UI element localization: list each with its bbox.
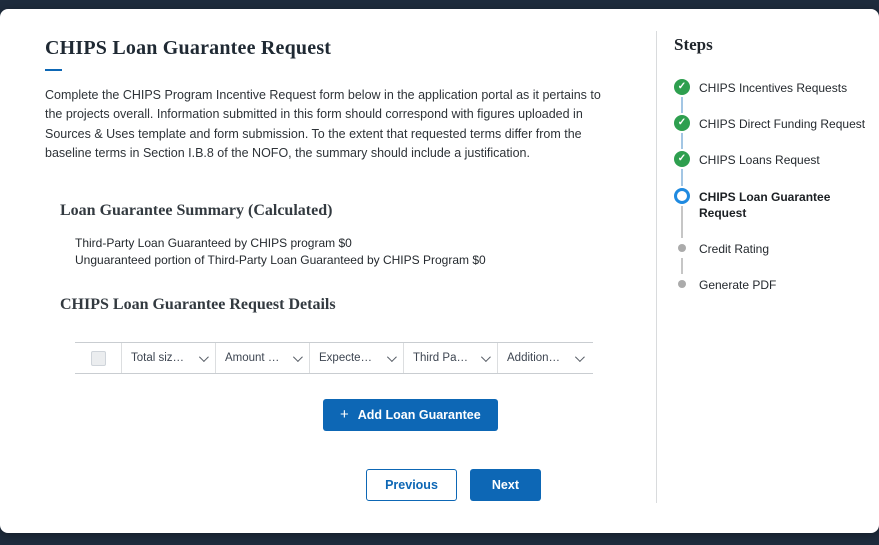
loan-guarantee-summary-section: Loan Guarantee Summary (Calculated) Thir… bbox=[60, 202, 611, 270]
steps-list: ✓ CHIPS Incentives Requests ✓ CHIPS Dire… bbox=[674, 79, 869, 312]
steps-heading: Steps bbox=[674, 35, 869, 55]
column-label: Third Pa… bbox=[413, 352, 468, 364]
step-label: Credit Rating bbox=[699, 240, 769, 257]
add-loan-guarantee-button[interactable]: + Add Loan Guarantee bbox=[323, 399, 498, 431]
step-credit-rating[interactable]: Credit Rating bbox=[674, 240, 869, 276]
step-chips-loan-guarantee-request[interactable]: CHIPS Loan Guarantee Request bbox=[674, 188, 869, 240]
chevron-down-icon[interactable] bbox=[293, 352, 303, 362]
step-complete-icon: ✓ bbox=[674, 151, 690, 167]
step-label: CHIPS Loan Guarantee Request bbox=[699, 188, 867, 221]
summary-line-unguaranteed: Unguaranteed portion of Third-Party Loan… bbox=[75, 252, 611, 269]
column-label: Total siz… bbox=[131, 352, 184, 364]
column-header-amount[interactable]: Amount … bbox=[215, 343, 309, 373]
chevron-down-icon[interactable] bbox=[199, 352, 209, 362]
step-chips-incentives-requests[interactable]: ✓ CHIPS Incentives Requests bbox=[674, 79, 869, 115]
column-header-third-party[interactable]: Third Pa… bbox=[403, 343, 497, 373]
select-all-checkbox[interactable] bbox=[91, 351, 106, 366]
details-body: Total siz… Amount … Expecte… Third Pa… bbox=[75, 342, 611, 431]
step-chips-direct-funding-request[interactable]: ✓ CHIPS Direct Funding Request bbox=[674, 115, 869, 151]
request-details-section: CHIPS Loan Guarantee Request Details Tot… bbox=[60, 296, 611, 431]
details-heading: CHIPS Loan Guarantee Request Details bbox=[60, 296, 611, 314]
next-button[interactable]: Next bbox=[470, 469, 541, 501]
step-current-icon bbox=[674, 188, 690, 204]
column-header-total-size[interactable]: Total siz… bbox=[121, 343, 215, 373]
summary-lines: Third-Party Loan Guaranteed by CHIPS pro… bbox=[75, 235, 611, 270]
chevron-down-icon[interactable] bbox=[481, 352, 491, 362]
column-label: Addition… bbox=[507, 352, 560, 364]
form-description: Complete the CHIPS Program Incentive Req… bbox=[45, 86, 611, 164]
step-label: CHIPS Incentives Requests bbox=[699, 79, 847, 96]
step-complete-icon: ✓ bbox=[674, 79, 690, 95]
chevron-down-icon[interactable] bbox=[387, 352, 397, 362]
main-content: CHIPS Loan Guarantee Request Complete th… bbox=[0, 9, 656, 533]
column-header-expected[interactable]: Expecte… bbox=[309, 343, 403, 373]
column-label: Expecte… bbox=[319, 352, 372, 364]
chevron-down-icon[interactable] bbox=[575, 352, 585, 362]
add-button-label: Add Loan Guarantee bbox=[358, 408, 481, 422]
step-upcoming-icon bbox=[674, 276, 690, 292]
loan-guarantee-table-header: Total siz… Amount … Expecte… Third Pa… bbox=[75, 342, 593, 374]
step-generate-pdf[interactable]: Generate PDF bbox=[674, 276, 869, 312]
summary-line-guaranteed: Third-Party Loan Guaranteed by CHIPS pro… bbox=[75, 235, 611, 252]
step-label: Generate PDF bbox=[699, 276, 776, 293]
chips-request-modal: CHIPS Loan Guarantee Request Complete th… bbox=[0, 9, 879, 533]
column-label: Amount … bbox=[225, 352, 279, 364]
step-label: CHIPS Loans Request bbox=[699, 151, 820, 168]
step-chips-loans-request[interactable]: ✓ CHIPS Loans Request bbox=[674, 151, 869, 187]
step-label: CHIPS Direct Funding Request bbox=[699, 115, 865, 132]
step-upcoming-icon bbox=[674, 240, 690, 256]
checkbox-cell bbox=[75, 343, 121, 373]
title-accent bbox=[45, 69, 62, 71]
summary-heading: Loan Guarantee Summary (Calculated) bbox=[60, 202, 611, 220]
plus-icon: + bbox=[340, 410, 349, 420]
page-title: CHIPS Loan Guarantee Request bbox=[45, 37, 611, 60]
footer-actions: Previous Next bbox=[45, 469, 541, 501]
step-complete-icon: ✓ bbox=[674, 115, 690, 131]
steps-panel: Steps ✓ CHIPS Incentives Requests ✓ CHIP… bbox=[657, 9, 879, 533]
previous-button[interactable]: Previous bbox=[366, 469, 457, 501]
column-header-additional[interactable]: Addition… bbox=[497, 343, 591, 373]
